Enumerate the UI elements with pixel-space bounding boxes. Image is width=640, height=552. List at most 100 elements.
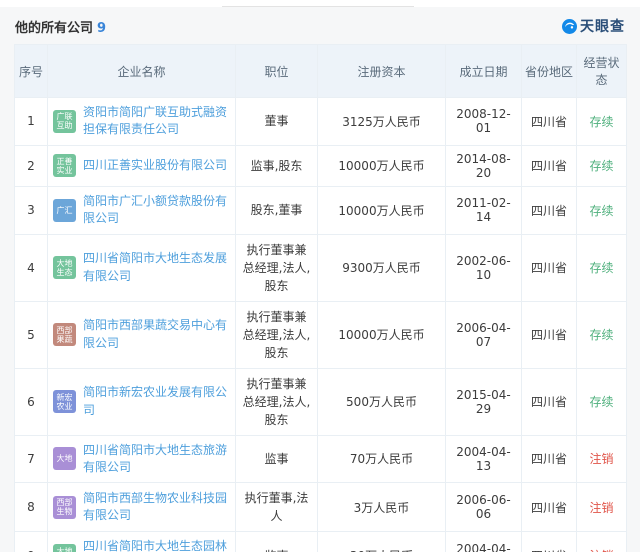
date-value: 2004-04-13 — [456, 445, 510, 473]
companies-table-body: 1 广联 互助 资阳市简阳广联互助式融资担保有限责任公司 董事 3125万人民币… — [15, 98, 627, 552]
company-name-link[interactable]: 简阳市新宏农业发展有限公司 — [83, 384, 230, 419]
company-name-cell: 西部 果蔬 简阳市西部果蔬交易中心有限公司 — [48, 301, 236, 368]
capital-cell: 3125万人民币 — [318, 98, 446, 146]
company-name-link[interactable]: 四川省简阳市大地生态园林绿化有限公司 — [83, 538, 230, 552]
status-cell: 注销 — [577, 435, 627, 483]
company-name-link[interactable]: 四川省简阳市大地生态旅游有限公司 — [83, 442, 230, 477]
badge-line2: 农业 — [57, 402, 73, 411]
position-value: 监事,股东 — [251, 157, 303, 175]
row-index-cell: 9 — [15, 532, 48, 552]
badge-line2: 果蔬 — [57, 335, 73, 344]
capital-cell: 70万人民币 — [318, 435, 446, 483]
company-name-cell: 新宏 农业 简阳市新宏农业发展有限公司 — [48, 368, 236, 435]
tianyancha-logo-icon — [562, 19, 577, 34]
company-name-cell: 正善 实业 四川正善实业股份有限公司 — [48, 145, 236, 186]
row-index: 3 — [27, 203, 35, 217]
position-value: 股东,董事 — [251, 201, 303, 219]
badge-line1: 大地 — [57, 547, 73, 552]
company-name-cell: 广联 互助 资阳市简阳广联互助式融资担保有限责任公司 — [48, 98, 236, 146]
companies-table: 序号企业名称职位注册资本成立日期省份地区经营状态 1 广联 互助 资阳市简阳广联… — [14, 44, 627, 552]
company-name-cell: 大地 生态 四川省简阳市大地生态发展有限公司 — [48, 234, 236, 301]
companies-section: 他的所有公司9 天眼查 序号企业名称职位注册资本成立日期省份地区经营状态 1 — [14, 7, 626, 552]
date-cell: 2004-04-13 — [446, 435, 522, 483]
row-index: 2 — [27, 159, 35, 173]
row-index-cell: 3 — [15, 186, 48, 234]
row-index-cell: 8 — [15, 483, 48, 532]
column-header: 省份地区 — [522, 45, 577, 98]
capital-cell: 9300万人民币 — [318, 234, 446, 301]
position-cell: 监事 — [236, 532, 318, 552]
capital-cell: 10000万人民币 — [318, 186, 446, 234]
status-badge: 存续 — [589, 204, 613, 218]
date-cell: 2002-06-10 — [446, 234, 522, 301]
company-name-link[interactable]: 资阳市简阳广联互助式融资担保有限责任公司 — [83, 104, 230, 139]
date-cell: 2006-04-07 — [446, 301, 522, 368]
company-name-cell: 西部 生物 简阳市西部生物农业科技园有限公司 — [48, 483, 236, 532]
company-name-link[interactable]: 四川省简阳市大地生态发展有限公司 — [83, 250, 230, 285]
capital-value: 10000万人民币 — [338, 159, 424, 173]
company-logo-badge: 新宏 农业 — [53, 390, 76, 413]
status-cell: 存续 — [577, 186, 627, 234]
badge-line1: 西部 — [57, 498, 73, 507]
column-header: 注册资本 — [318, 45, 446, 98]
position-cell: 执行董事兼总经理,法人,股东 — [236, 368, 318, 435]
status-badge: 存续 — [589, 395, 613, 409]
company-name-link[interactable]: 简阳市西部果蔬交易中心有限公司 — [83, 317, 230, 352]
row-index-cell: 5 — [15, 301, 48, 368]
badge-line1: 广汇 — [57, 206, 73, 215]
capital-value: 10000万人民币 — [338, 204, 424, 218]
table-row: 4 大地 生态 四川省简阳市大地生态发展有限公司 执行董事兼总经理,法人,股东 … — [15, 234, 627, 301]
table-row: 7 大地 四川省简阳市大地生态旅游有限公司 监事 70万人民币 2004-04-… — [15, 435, 627, 483]
province-cell: 四川省 — [522, 435, 577, 483]
position-value: 执行董事兼总经理,法人,股东 — [241, 308, 312, 362]
company-name-link[interactable]: 四川正善实业股份有限公司 — [83, 157, 227, 174]
status-badge: 存续 — [589, 261, 613, 275]
position-cell: 监事 — [236, 435, 318, 483]
date-value: 2011-02-14 — [456, 196, 510, 224]
row-index: 5 — [27, 328, 35, 342]
province-cell: 四川省 — [522, 98, 577, 146]
province-value: 四川省 — [531, 204, 567, 218]
status-cell: 存续 — [577, 234, 627, 301]
company-name-link[interactable]: 简阳市西部生物农业科技园有限公司 — [83, 490, 230, 525]
badge-line2: 生态 — [57, 268, 73, 277]
row-index: 8 — [27, 500, 35, 514]
company-logo-badge: 大地 生态 — [53, 256, 76, 279]
row-index-cell: 2 — [15, 145, 48, 186]
badge-line2: 生物 — [57, 507, 73, 516]
company-logo-badge: 西部 果蔬 — [53, 323, 76, 346]
position-value: 董事 — [264, 112, 288, 130]
table-row: 2 正善 实业 四川正善实业股份有限公司 监事,股东 10000万人民币 201… — [15, 145, 627, 186]
company-name-cell: 大地 四川省简阳市大地生态旅游有限公司 — [48, 435, 236, 483]
column-header: 企业名称 — [48, 45, 236, 98]
table-row: 6 新宏 农业 简阳市新宏农业发展有限公司 执行董事兼总经理,法人,股东 500… — [15, 368, 627, 435]
date-cell: 2006-06-06 — [446, 483, 522, 532]
status-cell: 存续 — [577, 301, 627, 368]
capital-value: 9300万人民币 — [342, 261, 421, 275]
date-value: 2015-04-29 — [456, 388, 510, 416]
date-value: 2008-12-01 — [456, 107, 510, 135]
date-value: 2006-04-07 — [456, 321, 510, 349]
company-name-cell: 大地 生态 四川省简阳市大地生态园林绿化有限公司 — [48, 532, 236, 552]
company-name-link[interactable]: 简阳市广汇小额贷款股份有限公司 — [83, 193, 230, 228]
badge-line1: 正善 — [57, 157, 73, 166]
tianyancha-logo[interactable]: 天眼查 — [562, 16, 625, 36]
tianyancha-logo-text: 天眼查 — [580, 16, 625, 36]
province-cell: 四川省 — [522, 145, 577, 186]
date-value: 2004-04-15 — [456, 542, 510, 552]
date-cell: 2008-12-01 — [446, 98, 522, 146]
status-badge: 存续 — [589, 115, 613, 129]
date-cell: 2004-04-15 — [446, 532, 522, 552]
position-value: 监事 — [264, 450, 288, 468]
capital-value: 3万人民币 — [354, 501, 410, 515]
table-header-row: 序号企业名称职位注册资本成立日期省份地区经营状态 — [15, 45, 627, 98]
column-header: 成立日期 — [446, 45, 522, 98]
company-name-cell: 广汇 简阳市广汇小额贷款股份有限公司 — [48, 186, 236, 234]
company-logo-badge: 广联 互助 — [53, 110, 76, 133]
status-badge: 注销 — [589, 452, 613, 466]
badge-line2: 互助 — [57, 121, 73, 130]
table-row: 9 大地 生态 四川省简阳市大地生态园林绿化有限公司 监事 30万人民币 200… — [15, 532, 627, 552]
province-cell: 四川省 — [522, 532, 577, 552]
position-cell: 执行董事,法人 — [236, 483, 318, 532]
position-cell: 董事 — [236, 98, 318, 146]
